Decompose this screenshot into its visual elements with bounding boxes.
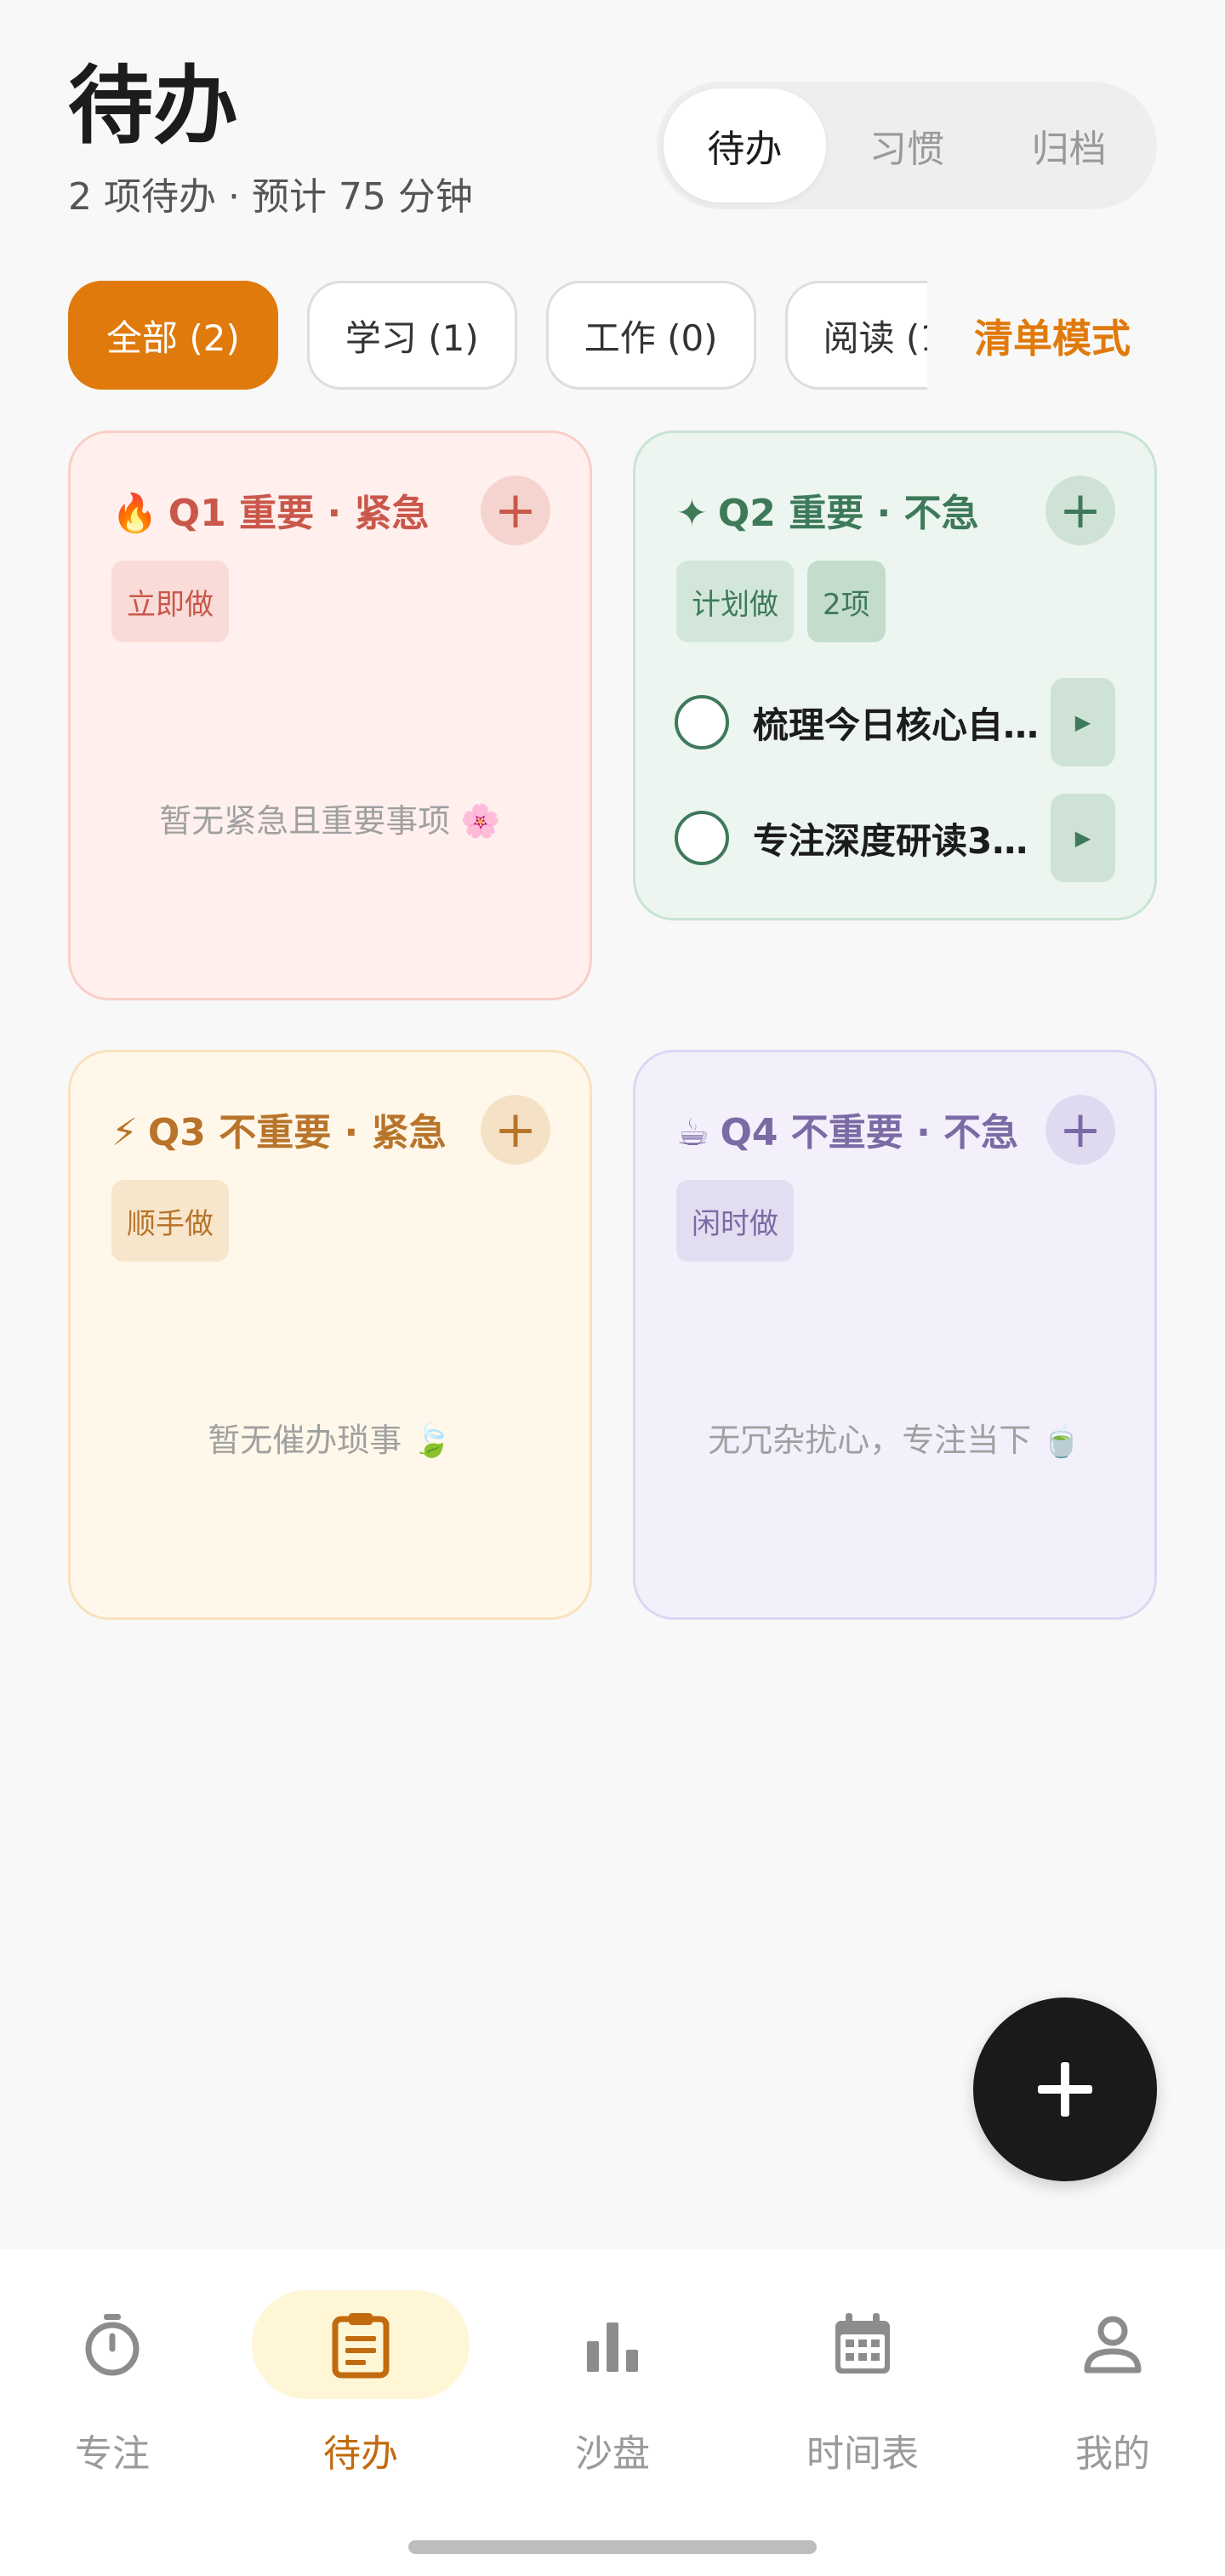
quadrant-q3-badges: 顺手做 bbox=[111, 1180, 229, 1262]
quadrant-q4-title: ☕ Q4 不重要 · 不急 bbox=[676, 1105, 1018, 1161]
calendar-icon bbox=[835, 2313, 890, 2374]
quadrant-q1-title: 🔥 Q1 重要 · 紧急 bbox=[111, 486, 430, 542]
task-item[interactable]: 梳理今日核心自… ▶ bbox=[675, 678, 1115, 767]
quadrant-q2-add-button[interactable]: + bbox=[1046, 476, 1115, 545]
quadrant-q4-empty-message: 无冗杂扰心，专注当下 🍵 bbox=[708, 1422, 1082, 1459]
nav-sandbox[interactable]: 沙盘 bbox=[502, 2290, 723, 2494]
chip-study[interactable]: 学习 (1) bbox=[306, 281, 517, 390]
list-mode-toggle[interactable]: 清单模式 bbox=[974, 308, 1131, 364]
quadrant-q2-count-badge: 2项 bbox=[807, 561, 886, 642]
nav-profile-label: 我的 bbox=[1075, 2432, 1150, 2476]
nav-focus-label: 专注 bbox=[75, 2432, 150, 2476]
nav-focus[interactable]: 专注 bbox=[2, 2290, 223, 2494]
header: 待办 2 项待办 · 预计 75 分钟 bbox=[68, 51, 473, 223]
quadrant-q4-title-text: Q4 不重要 · 不急 bbox=[720, 1111, 1019, 1154]
page-subtitle: 2 项待办 · 预计 75 分钟 bbox=[68, 175, 473, 219]
segment-todo[interactable]: 待办 bbox=[664, 88, 826, 202]
fire-icon: 🔥 bbox=[111, 492, 158, 535]
quadrant-q3-tag: 顺手做 bbox=[111, 1180, 229, 1262]
task-item[interactable]: 专注深度研读30… ▶ bbox=[675, 794, 1115, 882]
home-indicator bbox=[408, 2540, 817, 2554]
quadrant-q2-card: ✦ Q2 重要 · 不急 + 计划做 2项 梳理今日核心自… ▶ 专注深度研读3… bbox=[633, 430, 1157, 920]
quadrant-q2-title: ✦ Q2 重要 · 不急 bbox=[676, 486, 979, 542]
play-icon[interactable]: ▶ bbox=[1051, 794, 1115, 882]
bottom-navigation: 专注 待办 沙盘 时间表 我的 bbox=[0, 2249, 1225, 2576]
filter-chips-scroller[interactable]: 全部 (2) 学习 (1) 工作 (0) 阅读 (1) bbox=[68, 281, 927, 390]
segment-archive[interactable]: 归档 bbox=[988, 88, 1150, 202]
quadrant-q2-title-text: Q2 重要 · 不急 bbox=[717, 492, 979, 535]
timer-icon bbox=[85, 2314, 140, 2376]
task-checkbox[interactable] bbox=[675, 811, 729, 865]
chip-reading[interactable]: 阅读 (1) bbox=[784, 281, 927, 390]
quadrant-q2-tag: 计划做 bbox=[676, 561, 794, 642]
add-task-fab[interactable] bbox=[973, 1998, 1157, 2181]
quadrant-q3-empty-message: 暂无催办琐事 🍃 bbox=[208, 1422, 453, 1459]
plus-icon bbox=[1038, 2062, 1092, 2117]
quadrant-q1-empty-message: 暂无紧急且重要事项 🌸 bbox=[159, 802, 501, 840]
quadrant-q4-card: ☕ Q4 不重要 · 不急 + 闲时做 无冗杂扰心，专注当下 🍵 bbox=[633, 1050, 1157, 1620]
quadrant-q2-badges: 计划做 2项 bbox=[676, 561, 886, 642]
segment-habits[interactable]: 习惯 bbox=[826, 88, 989, 202]
chip-work[interactable]: 工作 (0) bbox=[545, 281, 756, 390]
nav-schedule[interactable]: 时间表 bbox=[752, 2290, 973, 2494]
task-title: 专注深度研读30… bbox=[753, 819, 1051, 862]
quadrant-q4-tag: 闲时做 bbox=[676, 1180, 794, 1262]
coffee-icon: ☕ bbox=[676, 1111, 710, 1154]
sparkle-icon: ✦ bbox=[676, 492, 708, 535]
nav-sandbox-label: 沙盘 bbox=[575, 2432, 650, 2476]
quadrant-q3-title-text: Q3 不重要 · 紧急 bbox=[147, 1111, 447, 1154]
lightning-icon: ⚡ bbox=[111, 1111, 138, 1154]
nav-todo-label: 待办 bbox=[323, 2432, 398, 2476]
quadrant-q4-add-button[interactable]: + bbox=[1046, 1095, 1115, 1165]
quadrant-q1-card: 🔥 Q1 重要 · 紧急 + 立即做 暂无紧急且重要事项 🌸 bbox=[68, 430, 592, 1000]
chip-all[interactable]: 全部 (2) bbox=[68, 281, 278, 390]
play-icon[interactable]: ▶ bbox=[1051, 678, 1115, 767]
quadrant-q3-add-button[interactable]: + bbox=[481, 1095, 550, 1165]
quadrant-q3-card: ⚡ Q3 不重要 · 紧急 + 顺手做 暂无催办琐事 🍃 bbox=[68, 1050, 592, 1620]
view-segmented-control: 待办 习惯 归档 bbox=[657, 82, 1157, 209]
nav-profile[interactable]: 我的 bbox=[1002, 2290, 1223, 2494]
quadrant-q3-title: ⚡ Q3 不重要 · 紧急 bbox=[111, 1105, 447, 1161]
person-icon bbox=[1084, 2316, 1142, 2374]
task-checkbox[interactable] bbox=[675, 695, 729, 749]
filter-chips: 全部 (2) 学习 (1) 工作 (0) 阅读 (1) bbox=[68, 281, 927, 390]
quadrant-q1-tag: 立即做 bbox=[111, 561, 229, 642]
quadrant-q1-title-text: Q1 重要 · 紧急 bbox=[168, 492, 430, 535]
clipboard-icon bbox=[332, 2313, 390, 2379]
quadrant-q1-add-button[interactable]: + bbox=[481, 476, 550, 545]
nav-todo[interactable]: 待办 bbox=[250, 2290, 471, 2494]
bar-chart-icon bbox=[587, 2322, 638, 2372]
nav-schedule-label: 时间表 bbox=[806, 2432, 919, 2476]
quadrant-q1-badges: 立即做 bbox=[111, 561, 229, 642]
page-title: 待办 bbox=[68, 56, 238, 156]
quadrant-q4-badges: 闲时做 bbox=[676, 1180, 794, 1262]
task-title: 梳理今日核心自… bbox=[753, 704, 1040, 746]
